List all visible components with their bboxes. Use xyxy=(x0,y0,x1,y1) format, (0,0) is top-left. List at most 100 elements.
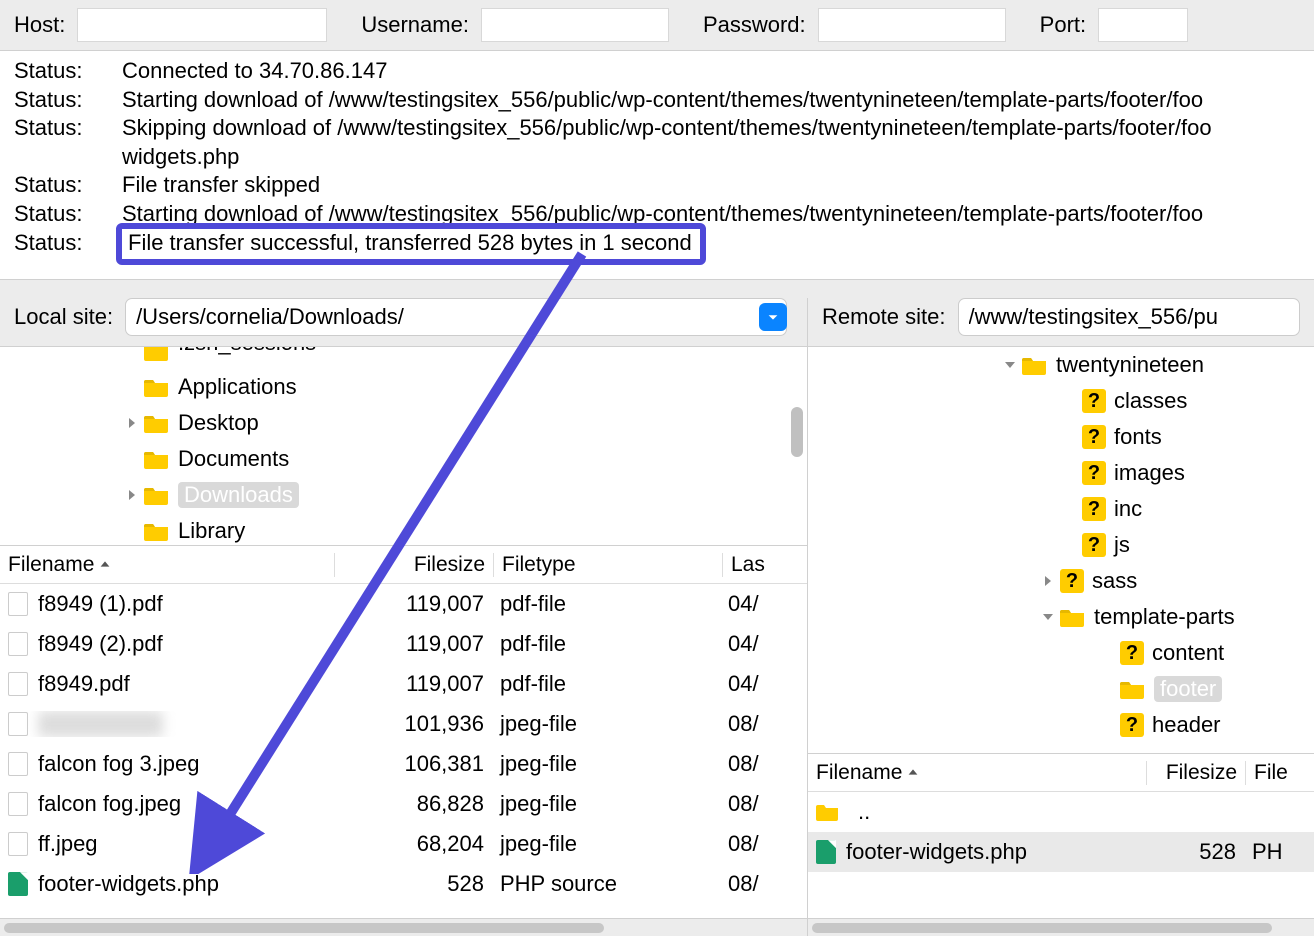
local-pane: Local site: .zsh_sessionsApplicationsDes… xyxy=(0,298,808,936)
unknown-folder-icon: ? xyxy=(1082,497,1106,521)
message-log[interactable]: Status:Connected to 34.70.86.147Status:S… xyxy=(0,51,1314,280)
column-filetype[interactable]: File xyxy=(1246,761,1296,785)
password-input[interactable] xyxy=(818,8,1006,42)
file-row[interactable]: f8949 (1).pdf119,007pdf-file04/ xyxy=(0,584,807,624)
file-row[interactable]: ff.jpeg68,204jpeg-file08/ xyxy=(0,824,807,864)
file-name: f8949.pdf xyxy=(38,671,130,697)
file-icon xyxy=(8,712,28,736)
file-row[interactable]: f8949.pdf119,007pdf-file04/ xyxy=(0,664,807,704)
chevron-icon[interactable] xyxy=(120,489,144,501)
horizontal-scrollbar[interactable] xyxy=(808,918,1314,936)
tree-item[interactable]: .zsh_sessions xyxy=(0,346,807,369)
unknown-folder-icon: ? xyxy=(1082,389,1106,413)
tree-item[interactable]: Documents xyxy=(0,441,807,477)
chevron-icon[interactable] xyxy=(998,359,1022,371)
file-row[interactable]: footer-widgets.php528PH xyxy=(808,832,1314,872)
local-directory-tree[interactable]: .zsh_sessionsApplicationsDesktopDocument… xyxy=(0,346,807,546)
host-input[interactable] xyxy=(77,8,327,42)
file-row[interactable]: .. xyxy=(808,792,1314,832)
folder-icon xyxy=(1120,678,1146,700)
local-path-dropdown[interactable] xyxy=(759,303,787,331)
file-row[interactable]: falcon 2.jpeg101,936jpeg-file08/ xyxy=(0,704,807,744)
tree-item[interactable]: Downloads xyxy=(0,477,807,513)
local-file-list-header[interactable]: Filename Filesize Filetype Las xyxy=(0,546,807,584)
column-filetype[interactable]: Filetype xyxy=(494,553,722,577)
tree-item[interactable]: footer xyxy=(808,671,1314,707)
column-filename[interactable]: Filename xyxy=(808,761,1146,785)
log-message: Starting download of /www/testingsitex_5… xyxy=(122,86,1300,115)
tree-item[interactable]: ?content xyxy=(808,635,1314,671)
remote-file-list[interactable]: ..footer-widgets.php528PH xyxy=(808,792,1314,918)
file-lastmodified: 04/ xyxy=(720,591,807,617)
tree-item[interactable]: twentynineteen xyxy=(808,347,1314,383)
file-icon xyxy=(8,752,28,776)
tree-item[interactable]: Applications xyxy=(0,369,807,405)
tree-item[interactable]: Desktop xyxy=(0,405,807,441)
highlighted-status: File transfer successful, transferred 52… xyxy=(116,223,706,266)
tree-item[interactable]: ? inc xyxy=(808,491,1314,527)
folder-icon xyxy=(144,484,170,506)
port-input[interactable] xyxy=(1098,8,1188,42)
log-label: Status: xyxy=(14,86,122,115)
local-site-label: Local site: xyxy=(14,304,113,330)
username-label: Username: xyxy=(361,12,469,38)
remote-path-input[interactable] xyxy=(958,298,1301,336)
username-input[interactable] xyxy=(481,8,669,42)
chevron-icon[interactable] xyxy=(1036,575,1060,587)
file-type: jpeg-file xyxy=(492,791,720,817)
column-filesize[interactable]: Filesize xyxy=(1147,761,1245,785)
tree-item-label: header xyxy=(1152,712,1221,738)
file-icon xyxy=(8,592,28,616)
chevron-icon[interactable] xyxy=(120,417,144,429)
remote-pane: Remote site: twentynineteen?classes?font… xyxy=(808,298,1314,936)
tree-item-label: sass xyxy=(1092,568,1137,594)
tree-item-label: inc xyxy=(1114,496,1142,522)
local-file-list[interactable]: f8949 (1).pdf119,007pdf-file04/f8949 (2)… xyxy=(0,584,807,918)
tree-item[interactable]: ?classes xyxy=(808,383,1314,419)
file-name: falcon 2.jpeg xyxy=(38,711,163,737)
tree-item[interactable]: ? header xyxy=(808,707,1314,743)
file-name: falcon fog.jpeg xyxy=(38,791,181,817)
unknown-folder-icon: ? xyxy=(1082,425,1106,449)
remote-directory-tree[interactable]: twentynineteen?classes?fonts?images? inc?… xyxy=(808,346,1314,754)
file-lastmodified: 04/ xyxy=(720,671,807,697)
file-size: 528 xyxy=(1146,839,1244,865)
file-row[interactable]: f8949 (2).pdf119,007pdf-file04/ xyxy=(0,624,807,664)
tree-item-label: js xyxy=(1114,532,1130,558)
sort-ascending-icon xyxy=(98,553,112,577)
local-path-input[interactable] xyxy=(125,298,787,336)
file-type: jpeg-file xyxy=(492,711,720,737)
tree-item[interactable]: Library xyxy=(0,513,807,546)
horizontal-scrollbar[interactable] xyxy=(0,918,807,936)
unknown-folder-icon: ? xyxy=(1120,713,1144,737)
column-filename[interactable]: Filename xyxy=(0,553,334,577)
file-name: falcon fog 3.jpeg xyxy=(38,751,199,777)
scrollbar-thumb[interactable] xyxy=(791,407,803,457)
tree-item[interactable]: ?js xyxy=(808,527,1314,563)
chevron-icon[interactable] xyxy=(1036,611,1060,623)
file-name: f8949 (1).pdf xyxy=(38,591,163,617)
folder-icon xyxy=(144,346,170,362)
file-lastmodified: 08/ xyxy=(720,871,807,897)
php-file-icon xyxy=(8,872,28,896)
column-filesize[interactable]: Filesize xyxy=(335,553,493,577)
tree-item-label: footer xyxy=(1154,676,1222,702)
remote-file-list-header[interactable]: Filename Filesize File xyxy=(808,754,1314,792)
file-row[interactable]: falcon fog.jpeg86,828jpeg-file08/ xyxy=(0,784,807,824)
log-message: File transfer skipped xyxy=(122,171,1300,200)
file-type: jpeg-file xyxy=(492,751,720,777)
log-label xyxy=(14,143,122,172)
file-lastmodified: 08/ xyxy=(720,751,807,777)
tree-item[interactable]: ?fonts xyxy=(808,419,1314,455)
tree-item[interactable]: ?images xyxy=(808,455,1314,491)
tree-item[interactable]: ?sass xyxy=(808,563,1314,599)
file-size: 106,381 xyxy=(334,751,492,777)
folder-icon xyxy=(144,376,170,398)
log-label: Status: xyxy=(14,229,122,266)
tree-item[interactable]: template-parts xyxy=(808,599,1314,635)
column-lastmodified[interactable]: Las xyxy=(723,553,807,577)
file-row[interactable]: falcon fog 3.jpeg 106,381jpeg-file08/ xyxy=(0,744,807,784)
tree-item-label: template-parts xyxy=(1094,604,1235,630)
file-row[interactable]: footer-widgets.php528PHP source08/ xyxy=(0,864,807,904)
file-size: 119,007 xyxy=(334,671,492,697)
